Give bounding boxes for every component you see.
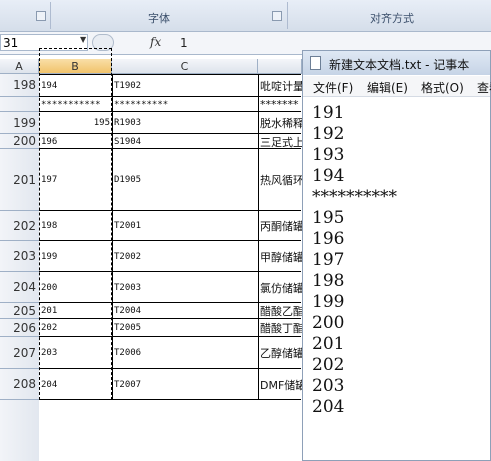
row-border <box>39 74 301 75</box>
cell-b[interactable]: 194 <box>41 74 110 97</box>
text-line: 198 <box>312 271 345 291</box>
name-box[interactable]: 31 <box>0 34 88 51</box>
cell-b[interactable]: 196 <box>41 134 110 149</box>
notepad-title: 新建文本文档.txt - 记事本 <box>329 58 470 72</box>
alignment-group-label: 对齐方式 <box>370 12 414 25</box>
text-line: 191 <box>312 103 345 123</box>
row-header[interactable] <box>0 400 39 461</box>
font-dialog-launcher-icon[interactable] <box>272 11 282 21</box>
menu-file[interactable]: 文件(F) <box>313 79 353 96</box>
text-line: 197 <box>312 250 345 270</box>
text-line: 196 <box>312 229 345 249</box>
cell-b[interactable]: 202 <box>41 319 110 337</box>
cell-c[interactable]: ********** <box>114 97 256 112</box>
formula-input[interactable]: 1 <box>180 36 188 50</box>
column-header-b[interactable]: B <box>39 59 112 74</box>
cell-c[interactable]: T2004 <box>114 303 256 319</box>
notepad-icon <box>310 56 321 70</box>
row-header[interactable]: 198 <box>0 74 39 97</box>
cell-d[interactable]: 氯仿储罐 <box>260 272 302 303</box>
cell-b[interactable]: 201 <box>41 303 110 319</box>
cell-d[interactable]: 甲醇储罐 <box>260 241 302 272</box>
row-header[interactable]: 199 <box>0 112 39 134</box>
insert-function-button[interactable]: fx <box>150 35 161 49</box>
cell-d[interactable]: 三足式上 <box>260 134 302 149</box>
cell-b[interactable]: 199 <box>41 241 110 272</box>
cell-c[interactable]: T2002 <box>114 241 256 272</box>
cell-d[interactable]: 丙酮储罐 <box>260 211 302 241</box>
cell-d[interactable]: 醋酸乙酯 <box>260 303 302 319</box>
cell-d[interactable]: 乙醇储罐 <box>260 337 302 369</box>
cell-b[interactable]: 204 <box>41 369 110 400</box>
cell-b[interactable]: *********** <box>41 97 110 112</box>
column-header-d[interactable] <box>258 59 302 74</box>
menu-view[interactable]: 查看 <box>477 79 491 96</box>
text-line: 204 <box>312 397 345 417</box>
row-header[interactable]: 202 <box>0 211 39 241</box>
cell-b[interactable]: 203 <box>41 337 110 369</box>
notepad-title-bar[interactable]: 新建文本文档.txt - 记事本 <box>303 51 490 75</box>
text-line: 200 <box>312 313 345 333</box>
row-border <box>39 399 301 400</box>
cell-c[interactable]: T2001 <box>114 211 256 241</box>
column-border <box>258 74 259 400</box>
dialog-launcher-icon[interactable] <box>36 11 46 21</box>
notepad-menu-bar: 文件(F) 编辑(E) 格式(O) 查看 <box>303 76 491 97</box>
notepad-text-area[interactable]: 191 192 193 194 ********** 195 196 197 198 199 200… <box>312 103 397 418</box>
column-header-a[interactable]: A <box>0 59 39 74</box>
cell-d[interactable]: 吡啶计量 <box>260 74 302 97</box>
cell-d[interactable]: 脱水稀释 <box>260 112 302 134</box>
cell-b[interactable]: 198 <box>41 211 110 241</box>
cell-c[interactable]: T1902 <box>114 74 256 97</box>
row-header[interactable]: 206 <box>0 319 39 337</box>
row-header[interactable]: 205 <box>0 303 39 319</box>
text-line: ********** <box>312 187 397 207</box>
cell-d[interactable]: 热风循环 <box>260 149 302 211</box>
cell-b[interactable]: 197 <box>41 149 110 211</box>
cell-d[interactable]: ******* <box>260 97 302 112</box>
text-line: 202 <box>312 355 345 375</box>
cell-c[interactable]: R1903 <box>114 112 256 134</box>
spreadsheet-grid: 198 194 T1902 吡啶计量 *********** ********** ****… <box>0 48 302 461</box>
row-header[interactable] <box>0 97 39 112</box>
column-border <box>112 74 113 400</box>
row-header[interactable]: 201 <box>0 149 39 211</box>
cell-b[interactable]: 200 <box>41 272 110 303</box>
text-line: 193 <box>312 145 345 165</box>
cell-d[interactable]: DMF储罐 <box>260 369 302 400</box>
cell-c[interactable]: T2006 <box>114 337 256 369</box>
cell-c[interactable]: D1905 <box>114 149 256 211</box>
text-line: 203 <box>312 376 345 396</box>
cell-c[interactable]: T2003 <box>114 272 256 303</box>
formula-expand-button[interactable] <box>92 34 114 51</box>
row-header[interactable]: 204 <box>0 272 39 303</box>
column-header-c[interactable]: C <box>112 59 258 74</box>
row-header[interactable]: 208 <box>0 369 39 400</box>
row-header[interactable]: 203 <box>0 241 39 272</box>
menu-edit[interactable]: 编辑(E) <box>367 79 408 96</box>
cell-b[interactable]: 195 <box>41 112 110 134</box>
cell-c[interactable]: T2007 <box>114 369 256 400</box>
cell-d[interactable]: 醋酸丁酯 <box>260 319 302 337</box>
chevron-down-icon[interactable]: ▼ <box>80 35 86 44</box>
text-line: 199 <box>312 292 345 312</box>
text-line: 192 <box>312 124 345 144</box>
row-header[interactable]: 200 <box>0 134 39 149</box>
cell-c[interactable]: S1904 <box>114 134 256 149</box>
ribbon-separator <box>287 2 288 29</box>
ribbon: 字体 对齐方式 <box>0 0 491 32</box>
ribbon-separator <box>50 2 51 29</box>
text-line: 194 <box>312 166 345 186</box>
cell-c[interactable]: T2005 <box>114 319 256 337</box>
menu-format[interactable]: 格式(O) <box>421 79 464 96</box>
font-group-label: 字体 <box>148 12 170 25</box>
text-line: 195 <box>312 208 345 228</box>
notepad-window: 新建文本文档.txt - 记事本 文件(F) 编辑(E) 格式(O) 查看 19… <box>302 50 491 461</box>
row-header[interactable]: 207 <box>0 337 39 369</box>
text-line: 201 <box>312 334 345 354</box>
